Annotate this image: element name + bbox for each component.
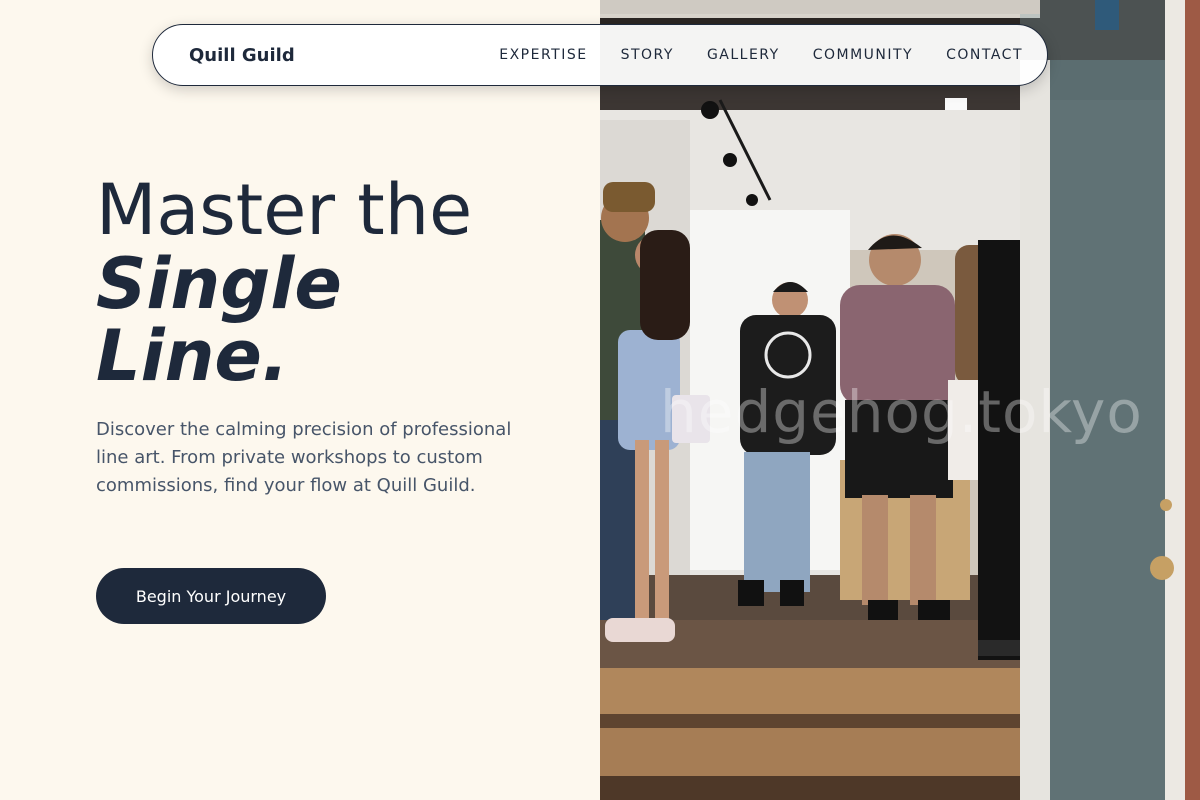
photo-watermark: hedgehog.tokyo <box>660 378 1143 446</box>
begin-journey-button[interactable]: Begin Your Journey <box>96 568 326 624</box>
brand-logo[interactable]: Quill Guild <box>189 45 295 66</box>
nav-item-expertise[interactable]: EXPERTISE <box>499 47 587 63</box>
nav-item-community[interactable]: COMMUNITY <box>813 47 913 63</box>
nav-item-story[interactable]: STORY <box>621 47 674 63</box>
nav-item-gallery[interactable]: GALLERY <box>707 47 780 63</box>
hero-description: Discover the calming precision of profes… <box>96 419 512 496</box>
hero-heading-line3: Line. <box>96 315 289 397</box>
page: hedgehog.tokyo Quill Guild EXPERTISE STO… <box>0 0 1200 800</box>
hero-heading-line1: Master the <box>96 169 473 251</box>
nav-menu: EXPERTISE STORY GALLERY COMMUNITY CONTAC… <box>499 47 1023 63</box>
hero-heading: Master the Single Line. <box>96 172 472 392</box>
nav-item-contact[interactable]: CONTACT <box>946 47 1023 63</box>
hero-heading-line2: Single <box>96 243 342 325</box>
hero-left-panel <box>0 0 600 800</box>
top-navigation: Quill Guild EXPERTISE STORY GALLERY COMM… <box>152 24 1048 86</box>
